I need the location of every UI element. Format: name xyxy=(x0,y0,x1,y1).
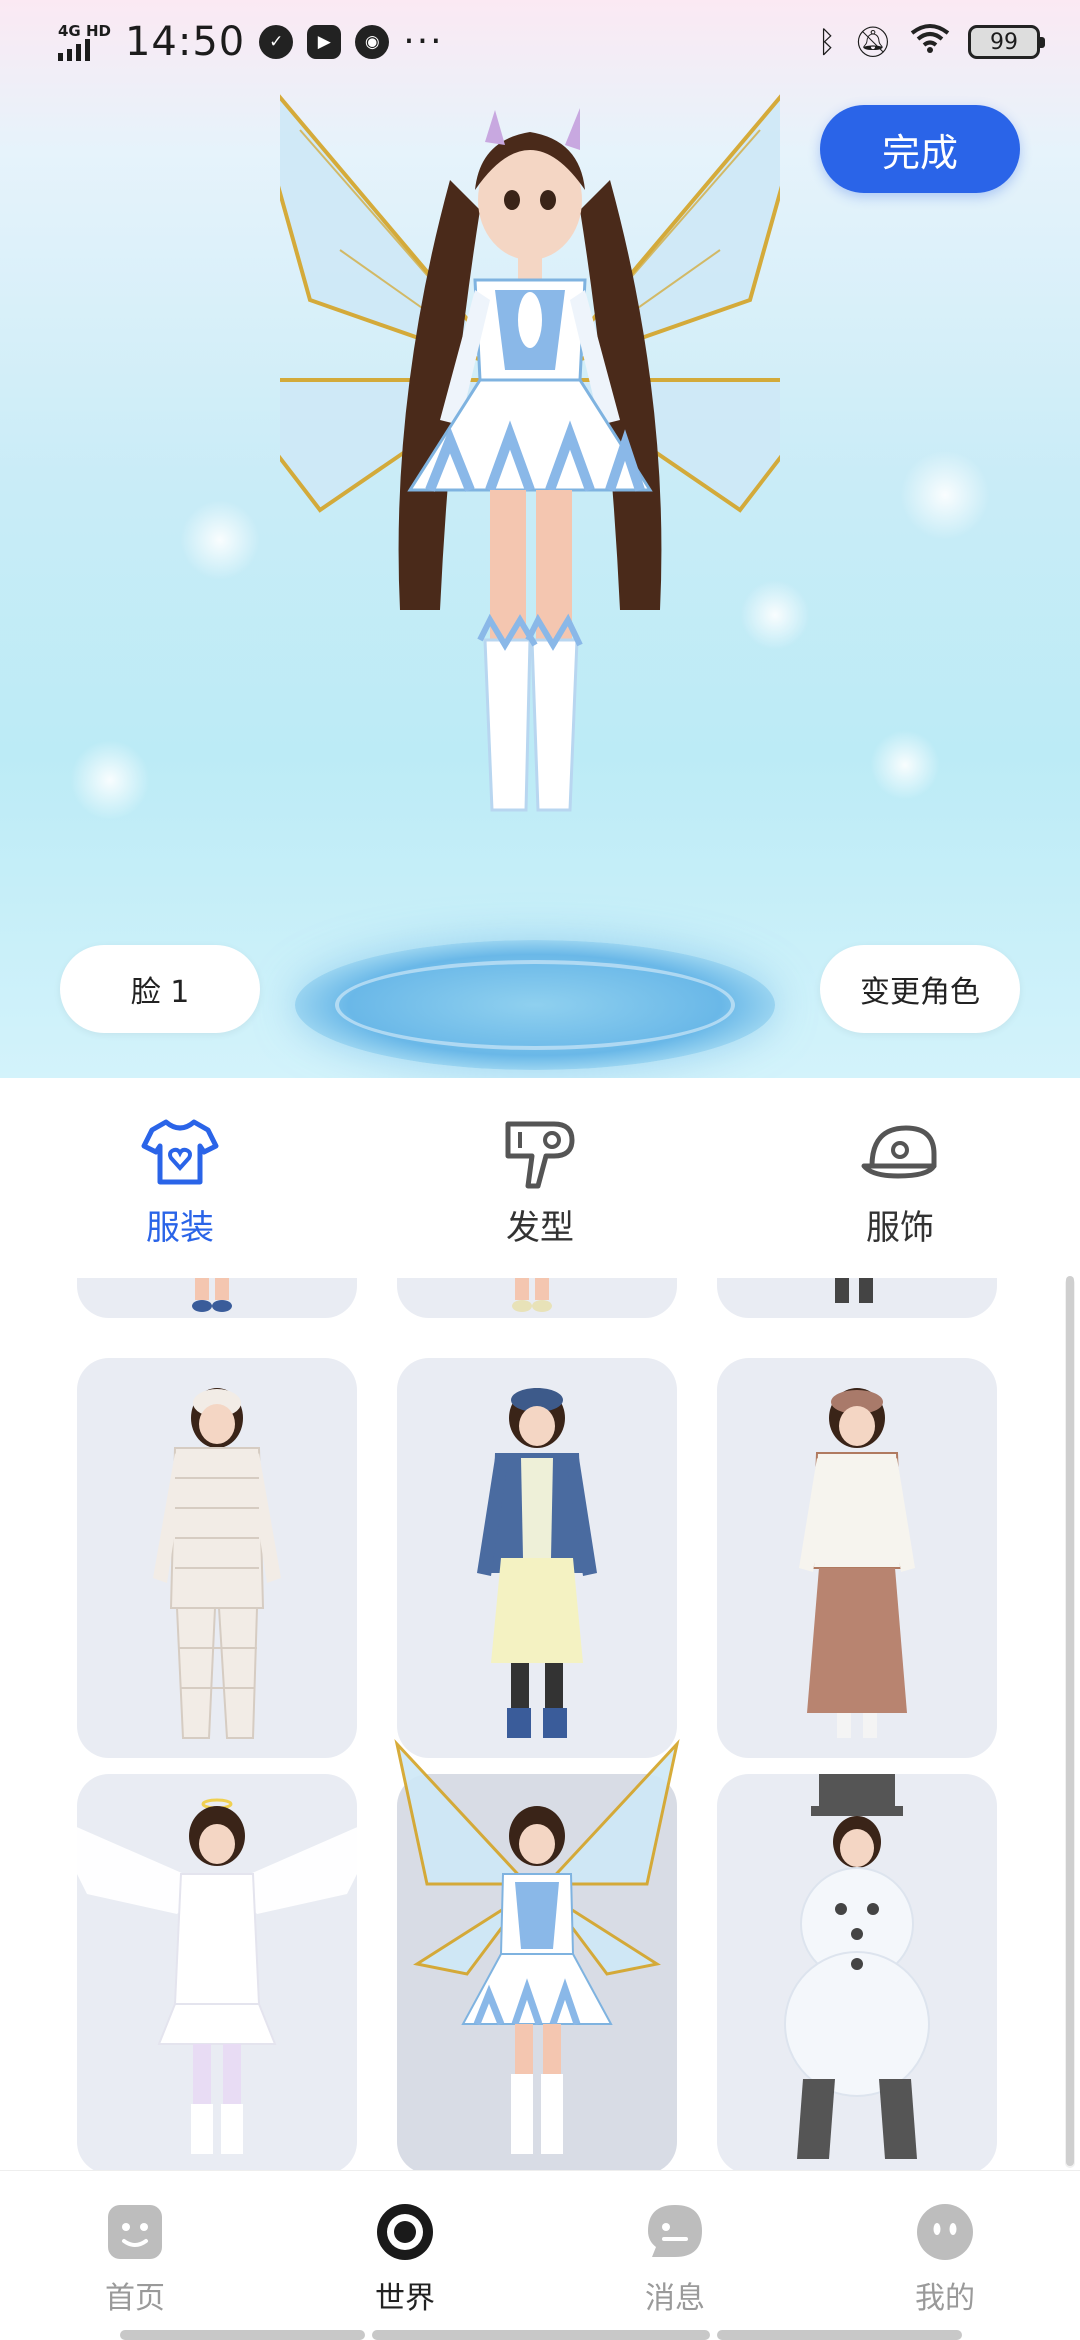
tab-hairstyle[interactable]: 发型 xyxy=(360,1078,720,1278)
status-bar: 4G HD 14:50 ✓ ▶ ◉ ··· ᛒ 🔕︎ 99 xyxy=(0,0,1080,84)
bluetooth-icon: ᛒ xyxy=(817,24,836,60)
sparkle xyxy=(70,740,150,820)
status-time: 14:50 xyxy=(124,19,246,65)
nav-label: 我的 xyxy=(915,2281,975,2316)
tab-clothing[interactable]: 服装 xyxy=(0,1078,360,1278)
face-select-button[interactable]: 脸 1 xyxy=(60,945,260,1033)
outfit-partial-icon xyxy=(835,1278,873,1303)
nav-label: 世界 xyxy=(375,2281,435,2316)
tab-label: 服饰 xyxy=(866,1208,934,1248)
hair-dryer-icon xyxy=(505,1121,575,1189)
category-tabs: 服装 发型 服饰 xyxy=(0,1078,1080,1278)
angel-wings-icon xyxy=(47,1798,387,2154)
battery-icon: 99 xyxy=(968,25,1045,59)
shirt-icon xyxy=(141,1119,219,1185)
outfit-card-denim-jacket[interactable] xyxy=(397,1358,677,1758)
nav-label: 首页 xyxy=(105,2281,165,2316)
outfit-partial-icon xyxy=(512,1278,552,1312)
sparkle xyxy=(870,730,940,800)
done-button[interactable]: 完成 xyxy=(820,105,1020,193)
profile-face-icon xyxy=(917,2204,973,2260)
mute-icon: 🔕︎ xyxy=(853,24,892,60)
world-ring-icon xyxy=(377,2204,433,2260)
home-face-icon xyxy=(108,2205,162,2259)
message-bubble-icon xyxy=(648,2205,702,2257)
nav-messages[interactable]: 消息 xyxy=(540,2171,810,2340)
nav-profile[interactable]: 我的 xyxy=(810,2171,1080,2340)
denim-jacket-icon xyxy=(477,1388,597,1738)
character-model[interactable] xyxy=(280,50,780,1010)
outfit-grid[interactable] xyxy=(0,1278,1080,2170)
change-role-button[interactable]: 变更角色 xyxy=(820,945,1020,1033)
outfit-card-brown-skirt[interactable] xyxy=(717,1358,997,1758)
nav-home[interactable]: 首页 xyxy=(0,2171,270,2340)
outfit-card-fairy[interactable] xyxy=(394,1738,680,2170)
mummy-costume-icon xyxy=(153,1388,281,1739)
outfit-partial-icon xyxy=(192,1278,232,1312)
gesture-bar xyxy=(120,2330,365,2340)
tab-accessories[interactable]: 服饰 xyxy=(720,1078,1080,1278)
outfit-card-mummy[interactable] xyxy=(77,1358,357,1758)
bottom-nav: 首页 世界 消息 我的 xyxy=(0,2170,1080,2340)
outfit-card-angel[interactable] xyxy=(47,1774,387,2170)
avatar-preview[interactable]: 4G HD 14:50 ✓ ▶ ◉ ··· ᛒ 🔕︎ 99 完成 脸 1 变更角… xyxy=(0,0,1080,1078)
tab-label: 服装 xyxy=(146,1208,214,1248)
check-app-icon: ✓ xyxy=(259,25,294,59)
outfit-card-partial-3[interactable] xyxy=(717,1278,997,1318)
fairy-wings-icon xyxy=(394,1738,680,2154)
video-app-icon: ▶ xyxy=(307,25,342,59)
nav-label: 消息 xyxy=(645,2281,705,2316)
nav-world[interactable]: 世界 xyxy=(270,2171,540,2340)
gesture-bar xyxy=(372,2330,710,2340)
outfit-card-partial-2[interactable] xyxy=(397,1278,677,1318)
wifi-icon xyxy=(910,23,950,61)
wechat-icon: ◉ xyxy=(355,25,390,59)
brown-skirt-icon xyxy=(799,1388,915,1738)
outfit-card-partial-1[interactable] xyxy=(77,1278,357,1318)
scrollbar-thumb[interactable] xyxy=(1066,1276,1074,2166)
more-dots-icon: ··· xyxy=(403,21,444,62)
tab-label: 发型 xyxy=(506,1208,574,1248)
sparkle xyxy=(180,500,260,580)
snowman-icon xyxy=(784,1774,930,2159)
outfit-card-snowman[interactable] xyxy=(717,1774,997,2170)
gesture-bar xyxy=(717,2330,962,2340)
signal-icon: 4G HD xyxy=(58,23,111,61)
sparkle xyxy=(900,450,990,540)
cap-icon xyxy=(861,1125,937,1179)
